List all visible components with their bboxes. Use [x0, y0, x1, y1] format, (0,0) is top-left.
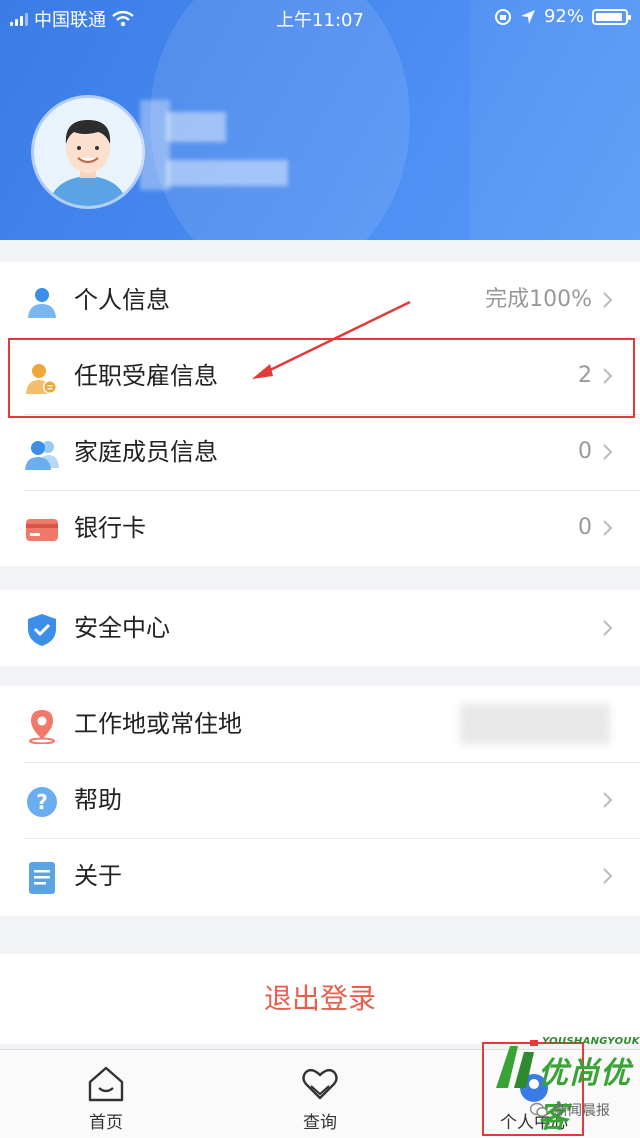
help-icon: ? — [27, 787, 57, 817]
shield-icon — [28, 614, 56, 646]
menu-item-bank-card[interactable]: 银行卡 0 — [0, 490, 640, 566]
avatar[interactable] — [34, 98, 142, 206]
menu-item-family-info[interactable]: 家庭成员信息 0 — [0, 414, 640, 490]
menu-item-value: 0 — [578, 515, 592, 540]
watermark-text: 优尚优客 — [538, 1056, 631, 1135]
menu-item-personal-info[interactable]: 个人信息 完成100% — [0, 262, 640, 338]
svg-text:?: ? — [36, 790, 48, 814]
menu-group-security: 安全中心 — [0, 590, 640, 666]
menu-item-work-location[interactable]: 工作地或常住地 — [0, 686, 640, 762]
header-decoration — [470, 0, 640, 240]
location-arrow-icon — [520, 9, 535, 24]
home-icon — [88, 1066, 124, 1102]
tab-query[interactable]: 查询 — [260, 1050, 380, 1138]
chevron-right-icon — [603, 792, 613, 808]
chevron-right-icon — [603, 292, 613, 308]
menu-item-label: 安全中心 — [74, 614, 170, 642]
watermark-logo: YOUSHANGYOUKE 优尚优客 — [490, 1036, 640, 1135]
tab-label: 首页 — [89, 1113, 123, 1133]
menu-item-label: 银行卡 — [74, 514, 146, 542]
menu-item-label: 关于 — [74, 862, 122, 890]
menu-item-label: 工作地或常住地 — [74, 710, 242, 738]
highlight-box — [8, 338, 635, 418]
family-icon — [25, 441, 59, 470]
chevron-right-icon — [603, 444, 613, 460]
chevron-right-icon — [603, 620, 613, 636]
chevron-right-icon — [603, 520, 613, 536]
menu-item-security-center[interactable]: 安全中心 — [0, 590, 640, 666]
status-bar: 中国联通 上午11:07 92% — [0, 0, 640, 36]
battery-icon — [592, 8, 631, 25]
battery-percent: 92% — [543, 6, 584, 27]
orientation-lock-icon — [494, 8, 511, 25]
watermark-text: YOUSHANGYOUKE — [542, 1036, 640, 1047]
logout-button[interactable]: 退出登录 — [0, 954, 640, 1044]
person-icon — [28, 288, 56, 318]
watermark-text: 新闻晨报 — [554, 1103, 610, 1119]
blurred-location — [460, 704, 610, 744]
tab-label: 查询 — [303, 1113, 337, 1133]
bank-card-icon — [26, 519, 58, 541]
chevron-right-icon — [603, 868, 613, 884]
watermark-source: 新闻晨报 — [530, 1100, 610, 1120]
blurred-name — [166, 112, 226, 142]
menu-item-value: 0 — [578, 439, 592, 464]
menu-item-about[interactable]: 关于 — [0, 838, 640, 914]
menu-item-help[interactable]: ? 帮助 — [0, 762, 640, 838]
menu-item-value: 完成100% — [485, 287, 592, 312]
status-right: 92% — [494, 6, 631, 27]
blurred-id — [166, 160, 288, 186]
menu-item-label: 个人信息 — [74, 286, 170, 314]
profile-header: 中国联通 上午11:07 92% — [0, 0, 640, 240]
menu-item-label: 家庭成员信息 — [74, 438, 218, 466]
heart-hand-icon — [302, 1068, 338, 1100]
menu-item-label: 帮助 — [74, 786, 122, 814]
wechat-icon — [530, 1102, 548, 1117]
tab-home[interactable]: 首页 — [46, 1050, 166, 1138]
location-pin-icon — [29, 710, 55, 744]
document-icon — [29, 862, 55, 894]
menu-group-other: 工作地或常住地 ? 帮助 关于 — [0, 686, 640, 916]
